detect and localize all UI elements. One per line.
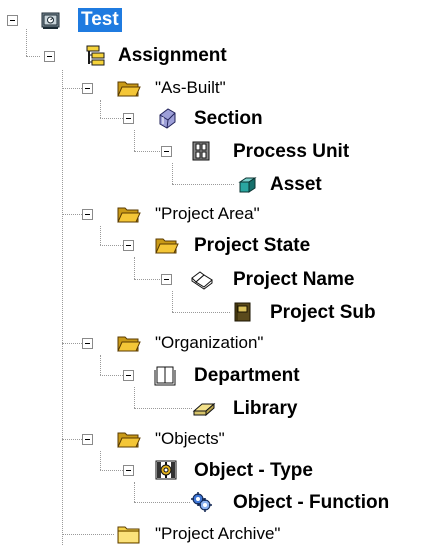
tree-node-project-name[interactable]: Project Name bbox=[0, 265, 420, 295]
node-label: Project State bbox=[194, 235, 311, 256]
node-label: Test bbox=[78, 8, 122, 32]
building-icon bbox=[190, 140, 212, 162]
tree-node-section[interactable]: Section bbox=[0, 104, 300, 134]
database-server-icon bbox=[40, 9, 62, 31]
open-book-icon bbox=[190, 268, 213, 290]
tree-node-asset[interactable]: Asset bbox=[0, 170, 400, 200]
folder-open-icon bbox=[116, 332, 141, 354]
node-label: "Objects" bbox=[155, 429, 225, 448]
tree-node-test[interactable]: Test bbox=[0, 5, 160, 35]
node-label: Department bbox=[194, 365, 300, 386]
collapse-toggle[interactable] bbox=[123, 370, 134, 381]
collapse-toggle[interactable] bbox=[123, 465, 134, 476]
teal-cube-icon bbox=[236, 174, 258, 196]
tree-node-organization[interactable]: "Organization" bbox=[0, 329, 330, 359]
folder-open-icon bbox=[116, 203, 141, 225]
collapse-toggle[interactable] bbox=[161, 146, 172, 157]
cube-section-icon bbox=[156, 107, 178, 129]
folder-open-icon bbox=[154, 234, 179, 256]
collapse-toggle[interactable] bbox=[123, 113, 134, 124]
collapse-toggle[interactable] bbox=[82, 209, 93, 220]
tree-node-object-function[interactable]: Object - Function bbox=[0, 488, 428, 518]
gear-frame-icon bbox=[154, 459, 177, 481]
node-label: Process Unit bbox=[233, 141, 350, 162]
node-label: Project Sub bbox=[270, 302, 376, 323]
tree-node-project-archive[interactable]: "Project Archive" bbox=[0, 520, 360, 550]
tree-node-objects[interactable]: "Objects" bbox=[0, 425, 330, 455]
hierarchy-icon bbox=[84, 45, 106, 67]
node-label: Library bbox=[233, 398, 298, 419]
node-label: "Organization" bbox=[155, 333, 264, 352]
folder-open-icon bbox=[116, 428, 141, 450]
collapse-toggle[interactable] bbox=[82, 338, 93, 349]
node-label: "As-Built" bbox=[155, 78, 226, 97]
collapse-toggle[interactable] bbox=[161, 274, 172, 285]
eraser-book-icon bbox=[192, 397, 216, 419]
tree-view: Test Assignment "As-Built" Section Proce… bbox=[0, 0, 428, 550]
node-label: "Project Area" bbox=[155, 204, 260, 223]
node-label: "Project Archive" bbox=[155, 524, 281, 543]
tree-node-library[interactable]: Library bbox=[0, 394, 400, 424]
node-label: Section bbox=[194, 108, 263, 129]
node-label: Object - Function bbox=[233, 492, 390, 513]
collapse-toggle[interactable] bbox=[82, 434, 93, 445]
tree-node-project-area[interactable]: "Project Area" bbox=[0, 200, 330, 230]
collapse-toggle[interactable] bbox=[82, 83, 93, 94]
book-outline-icon bbox=[154, 364, 176, 386]
tree-node-as-built[interactable]: "As-Built" bbox=[0, 74, 300, 104]
tree-node-assignment[interactable]: Assignment bbox=[0, 40, 280, 70]
collapse-toggle[interactable] bbox=[44, 51, 55, 62]
collapse-toggle[interactable] bbox=[123, 240, 134, 251]
tree-node-process-unit[interactable]: Process Unit bbox=[0, 137, 400, 167]
tree-node-department[interactable]: Department bbox=[0, 361, 400, 391]
node-label: Project Name bbox=[233, 269, 355, 290]
node-label: Object - Type bbox=[194, 460, 313, 481]
folder-open-icon bbox=[116, 77, 141, 99]
collapse-toggle[interactable] bbox=[7, 15, 18, 26]
tree-node-project-state[interactable]: Project State bbox=[0, 231, 400, 261]
closed-book-icon bbox=[231, 301, 253, 323]
tree-node-project-sub[interactable]: Project Sub bbox=[0, 298, 420, 328]
folder-closed-icon bbox=[116, 523, 140, 545]
node-label: Asset bbox=[270, 174, 322, 195]
node-label: Assignment bbox=[118, 45, 227, 66]
gears-icon bbox=[190, 491, 212, 513]
tree-node-object-type[interactable]: Object - Type bbox=[0, 456, 400, 486]
